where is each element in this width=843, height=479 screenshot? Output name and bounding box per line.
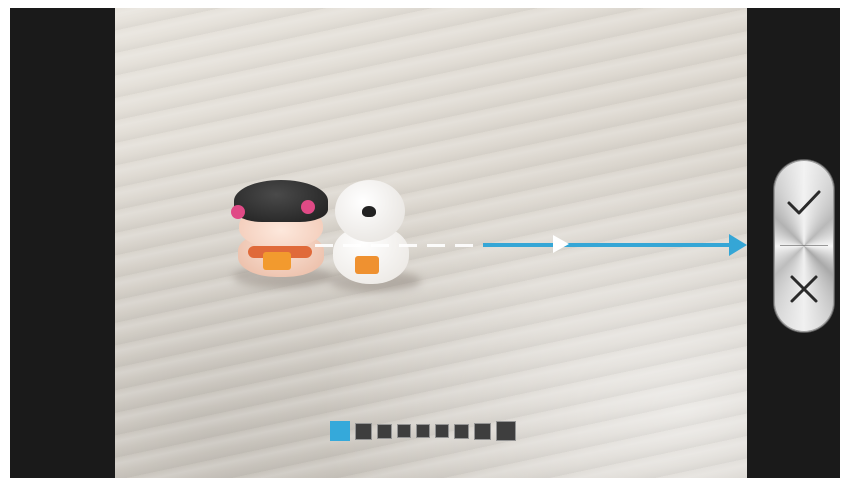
girl-figurine-ornament [301,200,315,214]
capture-control-pill [774,160,834,332]
progress-segment-pending [397,424,411,438]
snowman-figurine-nose [362,206,376,217]
progress-segment-pending [355,422,372,440]
pan-guide-dashed-line [315,244,483,247]
cancel-button[interactable] [774,246,834,332]
checkmark-icon [787,190,821,215]
pan-position-marker-icon [553,235,569,253]
close-icon [790,275,818,303]
girl-figurine-card [263,252,291,270]
progress-segment-pending [377,423,392,439]
snowman-figurine-card [355,256,379,274]
girl-figurine-hair [234,180,328,222]
accept-button[interactable] [774,160,834,246]
pan-direction-arrow-icon [729,234,747,256]
camera-screen [10,8,840,478]
progress-segment-pending [454,423,469,439]
progress-segment-pending [435,424,449,438]
girl-figurine-ornament [231,205,245,219]
progress-segment-pending [416,424,430,438]
progress-segment-pending [474,422,491,440]
pan-guide-line [483,243,733,247]
camera-viewfinder [115,8,747,478]
progress-segment-captured [330,421,350,441]
progress-segment-pending [496,421,516,441]
panorama-progress [330,420,516,442]
